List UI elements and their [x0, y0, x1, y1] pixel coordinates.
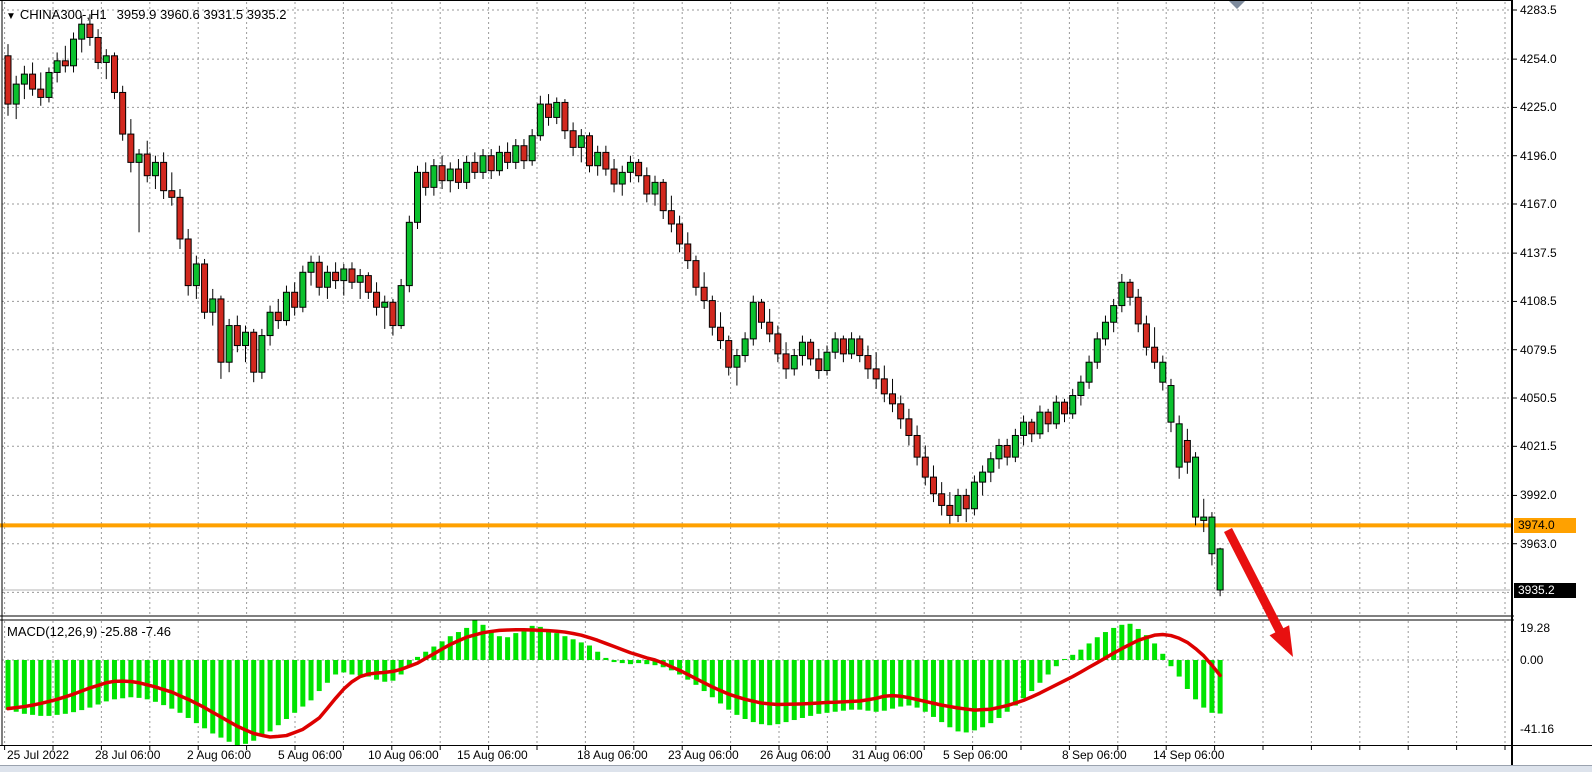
price-axis-label: 4108.5: [1520, 294, 1557, 308]
time-axis-label: 5 Sep 06:00: [943, 748, 1008, 762]
price-axis-label: 3963.0: [1520, 537, 1557, 551]
price-axis-label: 4021.5: [1520, 439, 1557, 453]
time-axis-label: 31 Aug 06:00: [852, 748, 923, 762]
symbol-title: ▼ CHINA300-,H1 3959.9 3960.6 3931.5 3935.2: [6, 7, 287, 22]
price-axis-label: 4196.0: [1520, 149, 1557, 163]
price-chart-canvas[interactable]: [0, 0, 1592, 772]
window-bottom-strip: [0, 766, 1592, 772]
last-price-tag: 3935.2: [1514, 583, 1576, 598]
time-axis-label: 10 Aug 06:00: [368, 748, 439, 762]
time-axis-label: 14 Sep 06:00: [1153, 748, 1224, 762]
price-axis-label: 3992.0: [1520, 488, 1557, 502]
price-axis-label: 4137.5: [1520, 246, 1557, 260]
time-axis-label: 25 Jul 2022: [7, 748, 69, 762]
macd-axis-label: 19.28: [1520, 621, 1550, 635]
macd-axis-label: -41.16: [1520, 722, 1554, 736]
price-axis-label: 4283.5: [1520, 3, 1557, 17]
price-axis-label: 4225.0: [1520, 100, 1557, 114]
time-axis-label: 26 Aug 06:00: [760, 748, 831, 762]
chart-shift-marker-icon[interactable]: [1229, 1, 1245, 9]
time-axis-label: 8 Sep 06:00: [1062, 748, 1127, 762]
chart-window: ▼ CHINA300-,H1 3959.9 3960.6 3931.5 3935.2…: [0, 0, 1592, 772]
price-axis-label: 4167.0: [1520, 197, 1557, 211]
candles: [5, 14, 1223, 596]
time-axis-label: 5 Aug 06:00: [278, 748, 342, 762]
trend-arrow[interactable]: [1228, 530, 1293, 657]
macd-histogram: [6, 620, 1223, 745]
time-axis-label: 23 Aug 06:00: [668, 748, 739, 762]
price-axis-label: 4079.5: [1520, 343, 1557, 357]
symbol-timeframe-label: CHINA300-,H1: [20, 7, 107, 22]
time-axis-label: 18 Aug 06:00: [577, 748, 648, 762]
macd-indicator-label: MACD(12,26,9) -25.88 -7.46: [7, 624, 171, 639]
time-axis-label: 2 Aug 06:00: [187, 748, 251, 762]
hline-price-tag: 3974.0: [1514, 518, 1576, 533]
price-axis-label: 4050.5: [1520, 391, 1557, 405]
macd-axis-label: 0.00: [1520, 653, 1543, 667]
price-axis-label: 4254.0: [1520, 52, 1557, 66]
time-axis-label: 28 Jul 06:00: [95, 748, 160, 762]
chart-dropdown-icon[interactable]: ▼: [6, 11, 16, 22]
ohlc-values: 3959.9 3960.6 3931.5 3935.2: [117, 7, 287, 22]
time-axis-label: 15 Aug 06:00: [457, 748, 528, 762]
